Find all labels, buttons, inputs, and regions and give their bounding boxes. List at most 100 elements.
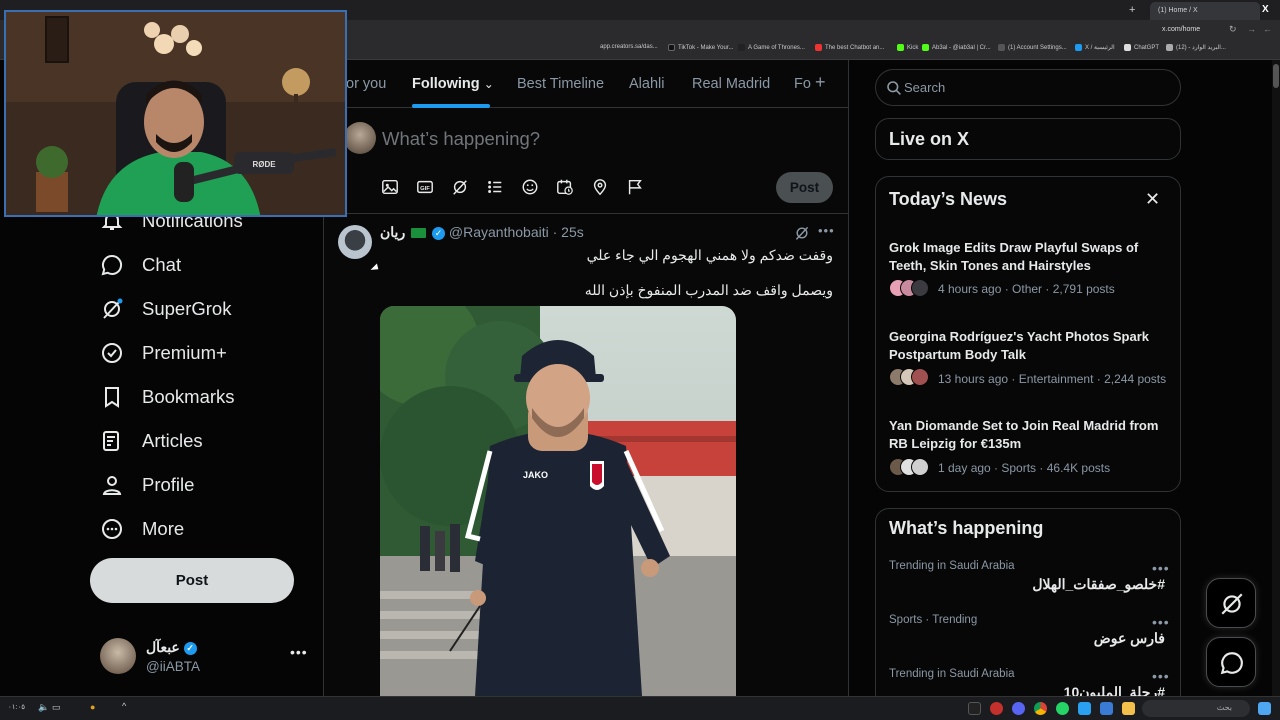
grok-fab-button[interactable]	[1206, 578, 1256, 628]
add-tab-icon[interactable]: +	[815, 72, 826, 93]
tweet-author-name[interactable]: ريان	[380, 224, 405, 240]
bookmark-9[interactable]: (12) - البريد الوارد...	[1166, 44, 1266, 51]
scrollbar-thumb[interactable]	[1273, 64, 1279, 88]
chevron-up-icon[interactable]: ^	[122, 701, 126, 711]
bookmark-2[interactable]: A Game of Thrones...	[738, 44, 805, 51]
tab-alahli[interactable]: Alahli	[629, 76, 664, 92]
compose-post-button[interactable]: Post	[776, 172, 833, 203]
grok-explain-icon[interactable]	[794, 225, 810, 241]
live-on-x-card[interactable]: Live on X	[875, 118, 1181, 160]
location-icon[interactable]	[591, 178, 609, 196]
nav-label-chat: Chat	[142, 254, 182, 275]
bookmark-4[interactable]: Kick	[897, 44, 918, 51]
nav-label-profile: Profile	[142, 474, 195, 495]
compose-box: What’s happening?	[324, 108, 848, 214]
bookmark-3[interactable]: The best Chatbot an...	[815, 44, 884, 51]
news-meta-1: 4 hours ago · Other · 2,791 posts	[938, 282, 1115, 296]
search-input[interactable]: Search	[904, 80, 945, 95]
volume-icon[interactable]: 🔈	[38, 702, 49, 713]
account-switcher[interactable]: عبعآل ✓ @iiABTA •••	[100, 638, 310, 678]
trend-more-icon[interactable]: •••	[1152, 668, 1170, 684]
emoji-icon[interactable]	[521, 178, 539, 196]
tweet-more-icon[interactable]: •••	[818, 223, 835, 238]
post-button[interactable]: Post	[90, 558, 294, 603]
trend-name-3[interactable]: #رحلة_المليون10	[1064, 684, 1165, 696]
bookmark-6[interactable]: (1) Account Settings...	[998, 44, 1067, 51]
news-headline-3[interactable]: Yan Diomande Set to Join Real Madrid fro…	[889, 417, 1159, 452]
trend-more-icon[interactable]: •••	[1152, 560, 1170, 576]
news-avatars-2	[889, 368, 929, 391]
app-icon[interactable]	[990, 702, 1003, 715]
forward-icon[interactable]: →	[1247, 24, 1256, 34]
trend-name-2[interactable]: فارس عوض	[1094, 630, 1165, 647]
reload-icon[interactable]: ↻	[1229, 24, 1237, 35]
back-icon[interactable]: ←	[1263, 24, 1272, 34]
browser-tab-active[interactable]: (1) Home / X	[1150, 2, 1260, 20]
tab-following[interactable]: Following ⌄	[412, 76, 494, 92]
chat-fab-button[interactable]	[1206, 637, 1256, 687]
bookmark-1[interactable]: TikTok - Make Your...	[668, 44, 733, 51]
grok-icon	[103, 298, 123, 319]
tiktok-app-icon[interactable]	[968, 702, 981, 715]
search-icon	[887, 81, 901, 95]
tab-for-you[interactable]: or you	[346, 76, 386, 92]
more-dots-icon[interactable]: •••	[290, 644, 308, 660]
bookmark-5[interactable]: Ab3al - @iab3al | Cr...	[922, 44, 991, 51]
whatsapp-icon[interactable]	[1056, 702, 1069, 715]
tab-real-madrid[interactable]: Real Madrid	[692, 76, 770, 92]
bookmark-8[interactable]: ChatGPT	[1124, 44, 1159, 51]
nav-item-profile[interactable]: Profile	[100, 465, 194, 505]
close-icon[interactable]: ✕	[1145, 189, 1160, 210]
poll-icon[interactable]	[486, 178, 504, 196]
nav-item-chat[interactable]: Chat	[100, 245, 181, 285]
tab-best-timeline[interactable]: Best Timeline	[517, 76, 604, 92]
verified-badge-icon	[102, 343, 122, 363]
compose-input[interactable]: What’s happening?	[382, 128, 540, 150]
nav-item-supergrok[interactable]: SuperGrok	[100, 289, 231, 329]
nav-item-premium[interactable]: Premium+	[100, 333, 227, 373]
grok-compose-icon[interactable]	[451, 178, 469, 196]
tweet-media-image[interactable]: JAKO	[380, 306, 736, 696]
bookmark-0[interactable]: app.creators.sa/das...	[600, 44, 658, 50]
tweet-text-line-2: ويصمل واقف ضد المدرب المنفوخ بإذن الله	[584, 282, 833, 298]
wifi-icon[interactable]: ▭	[52, 702, 61, 713]
image-icon[interactable]	[381, 178, 399, 196]
tweet-avatar[interactable]	[338, 225, 372, 259]
saudi-flag-icon	[411, 228, 427, 239]
tweet-handle[interactable]: @Rayanthobaiti	[449, 224, 549, 240]
news-meta-3: 1 day ago · Sports · 46.4K posts	[938, 461, 1111, 475]
windows-start-icon[interactable]	[1258, 702, 1271, 715]
trend-more-icon[interactable]: •••	[1152, 614, 1170, 630]
tweet-text-line-1: وقفت ضدكم ولا همني الهجوم الي جاء علي	[586, 247, 833, 263]
new-tab-button[interactable]: +	[1129, 4, 1135, 16]
bookmark-7[interactable]: X / الرئيسية	[1075, 44, 1115, 51]
tweet[interactable]: ريان ✓ @Rayanthobaiti · 25s ••• وقفت ضدك…	[324, 215, 848, 696]
feed-tabs: or you Following ⌄ Best Timeline Alahli …	[324, 60, 848, 108]
scrollbar[interactable]	[1272, 60, 1280, 696]
file-explorer-icon[interactable]	[1122, 702, 1135, 715]
gif-icon[interactable]: GIF	[416, 178, 434, 196]
tweet-time[interactable]: · 25s	[553, 224, 584, 240]
verified-icon: ✓	[432, 226, 445, 240]
app-icon[interactable]	[1012, 702, 1025, 715]
nav-item-bookmarks[interactable]: Bookmarks	[100, 377, 235, 417]
schedule-icon[interactable]	[556, 178, 574, 196]
app-icon[interactable]	[1078, 702, 1091, 715]
app-icon[interactable]	[1100, 702, 1113, 715]
chevron-down-icon: ⌄	[483, 77, 494, 91]
svg-text:JAKO: JAKO	[523, 470, 548, 480]
tab-fo[interactable]: Fo	[794, 76, 811, 92]
trend-name-1[interactable]: #خلصو_صفقات_الهلال	[1032, 576, 1165, 593]
news-headline-1[interactable]: Grok Image Edits Draw Playful Swaps of T…	[889, 239, 1159, 274]
nav-item-articles[interactable]: Articles	[100, 421, 203, 461]
taskbar-search[interactable]: بحث	[1142, 700, 1250, 717]
chrome-icon[interactable]	[1034, 702, 1047, 715]
svg-text:GIF: GIF	[420, 186, 430, 192]
news-headline-2[interactable]: Georgina Rodríguez's Yacht Photos Spark …	[889, 328, 1159, 363]
bookmark-icon	[105, 387, 119, 408]
news-avatars-1	[889, 279, 929, 302]
nav-item-more[interactable]: More	[100, 509, 184, 549]
flag-icon[interactable]	[626, 178, 644, 196]
mic-icon[interactable]: ●	[90, 702, 95, 712]
search-box[interactable]: Search	[875, 69, 1181, 106]
